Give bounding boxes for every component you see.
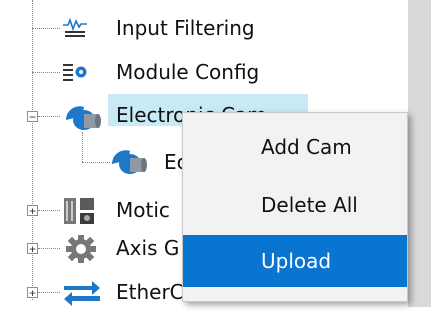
motion-device-icon [62, 196, 102, 226]
ethercat-arrows-icon [62, 276, 102, 306]
menu-item-label: Add Cam [261, 135, 352, 159]
tree-item-module-config[interactable]: Module Config [0, 52, 408, 92]
expand-toggle[interactable]: + [27, 287, 38, 298]
context-menu: Add Cam Delete All Upload [182, 112, 408, 302]
axis-gear-icon [62, 234, 102, 264]
tree-item-input-filtering[interactable]: Input Filtering [0, 8, 408, 48]
tree-item-label: Axis G [116, 236, 180, 260]
menu-item-label: Delete All [261, 193, 358, 217]
tree-item-label: Input Filtering [116, 16, 255, 40]
cam-child-icon [108, 146, 148, 176]
electronic-cam-icon [62, 102, 102, 132]
menu-item-label: Upload [261, 249, 332, 273]
module-config-icon [62, 60, 88, 84]
tree-item-label: Module Config [116, 60, 260, 84]
menu-item-upload[interactable]: Upload [183, 235, 407, 287]
vertical-scrollbar[interactable] [408, 0, 431, 307]
waveform-filter-icon [62, 16, 88, 40]
menu-item-add-cam[interactable]: Add Cam [183, 121, 407, 173]
collapse-toggle[interactable]: − [27, 111, 38, 122]
menu-item-delete-all[interactable]: Delete All [183, 179, 407, 231]
expand-toggle[interactable]: + [27, 243, 38, 254]
tree-item-label: Motic [116, 198, 170, 222]
expand-toggle[interactable]: + [27, 205, 38, 216]
